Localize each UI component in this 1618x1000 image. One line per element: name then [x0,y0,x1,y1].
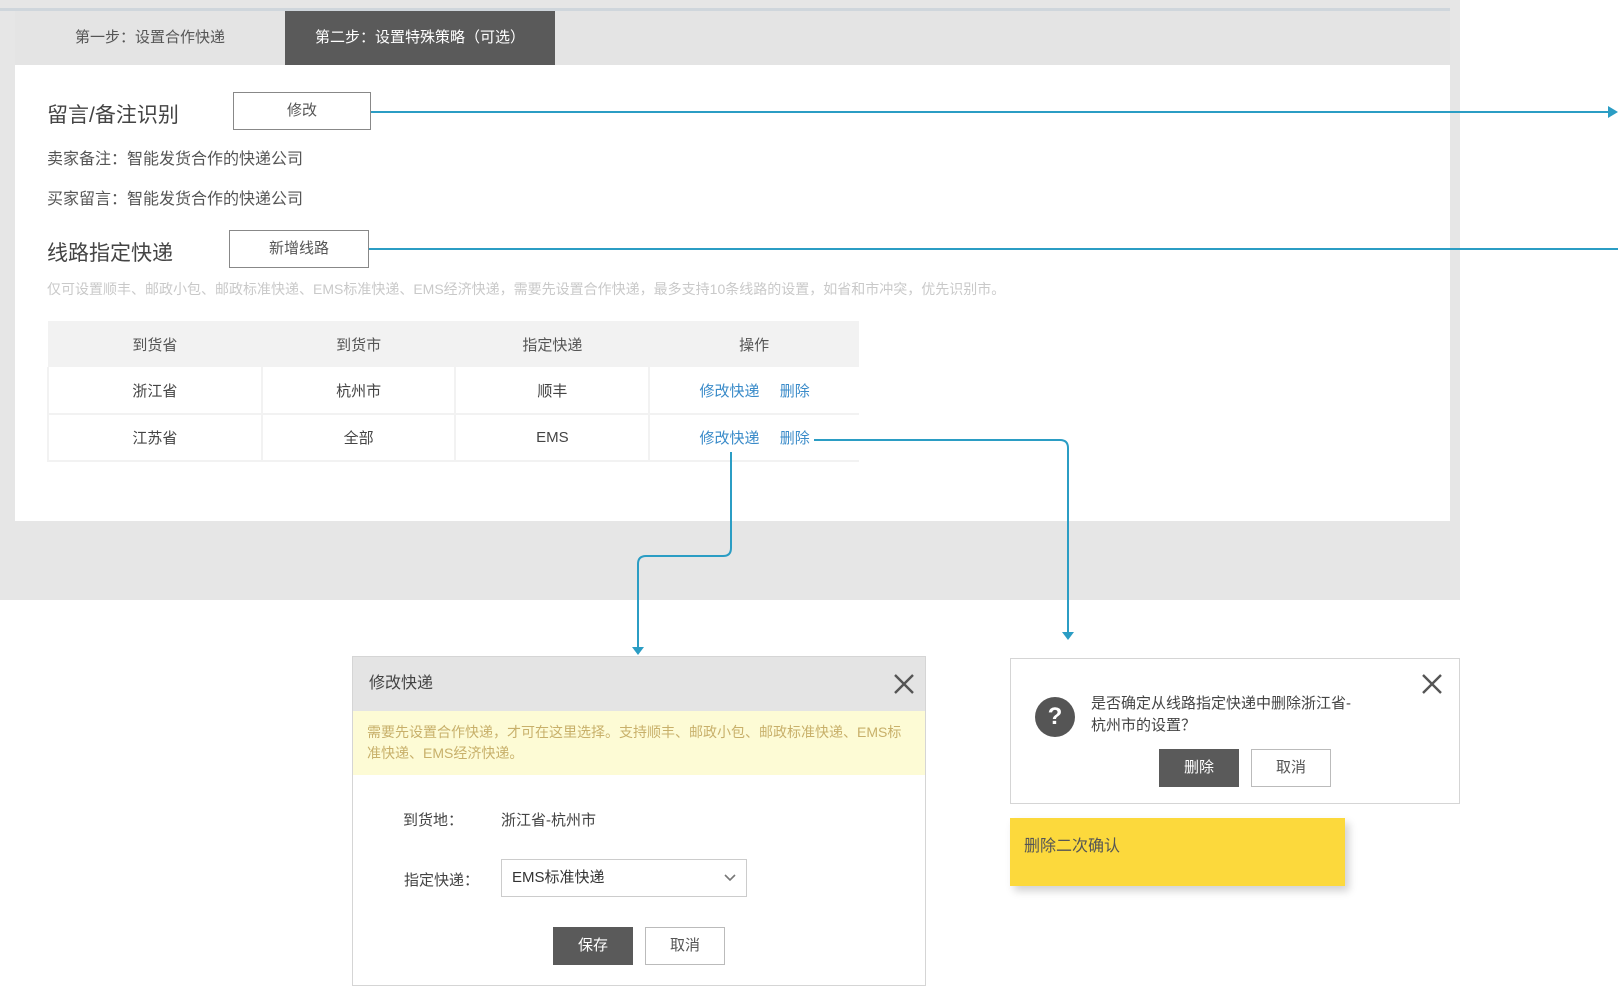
table-row: 浙江省 杭州市 顺丰 修改快递 删除 [47,367,859,415]
arrow-head-down [1062,632,1074,640]
table-row: 江苏省 全部 EMS 修改快递 删除 [47,414,859,462]
step-tabs: 第一步：设置合作快递 第二步：设置特殊策略（可选） [15,11,1450,65]
route-section-title: 线路指定快递 [47,242,173,265]
header-carrier: 指定快递 [455,321,650,367]
delete-route-link[interactable]: 删除 [780,383,810,400]
message-section-title: 留言/备注识别 [47,104,179,127]
arrow-head-right [1608,106,1618,118]
cell-carrier: EMS [455,414,651,462]
cell-province: 江苏省 [47,414,263,462]
question-icon: ? [1035,697,1075,737]
route-hint-text: 仅可设置顺丰、邮政小包、邮政标准快递、EMS标准快递、EMS经济快递，需要先设置… [47,281,1006,297]
close-icon[interactable] [891,671,917,697]
confirm-message: 是否确定从线路指定快递中删除浙江省-杭州市的设置？ [1091,695,1351,734]
cell-city: 全部 [261,414,457,462]
carrier-select[interactable]: EMS标准快递 [501,859,747,897]
header-actions: 操作 [649,321,859,367]
delete-route-link[interactable]: 删除 [780,430,810,447]
carrier-select-value: EMS标准快递 [512,869,605,886]
header-province: 到货省 [48,321,262,367]
save-button[interactable]: 保存 [553,927,633,965]
cancel-button[interactable]: 取消 [645,927,725,965]
edit-carrier-link[interactable]: 修改快递 [700,383,760,400]
cell-actions: 修改快递 删除 [649,414,859,462]
add-route-button[interactable]: 新增线路 [229,230,369,268]
dialog-title: 修改快递 [369,675,434,692]
cell-city: 杭州市 [261,367,457,415]
cell-actions: 修改快递 删除 [649,367,859,415]
strategy-panel: 第一步：设置合作快递 第二步：设置特殊策略（可选） 留言/备注识别 修改 卖家备… [15,11,1450,521]
destination-label: 到货地： [402,812,463,829]
chevron-down-icon [724,874,736,882]
annotation-sticky-note: 删除二次确认 [1010,818,1345,886]
edit-carrier-link[interactable]: 修改快递 [700,430,760,447]
cell-carrier: 顺丰 [455,367,651,415]
header-city: 到货市 [261,321,456,367]
dialog-header: 修改快递 [353,657,925,711]
tab-step-one[interactable]: 第一步：设置合作快递 [15,11,285,65]
seller-note-text: 卖家备注：智能发货合作的快递公司 [47,151,304,168]
table-header-row: 到货省 到货市 指定快递 操作 [48,321,859,367]
delete-confirm-dialog: ? 是否确定从线路指定快递中删除浙江省-杭州市的设置？ 删除 取消 [1010,658,1460,804]
cell-province: 浙江省 [47,367,263,415]
carrier-label: 指定快递： [403,872,479,889]
edit-message-button[interactable]: 修改 [233,92,371,130]
route-table: 到货省 到货市 指定快递 操作 浙江省 杭州市 顺丰 修改快递 删除 江苏省 全… [47,321,859,462]
dialog-notice: 需要先设置合作快递，才可在这里选择。支持顺丰、邮政小包、邮政标准快递、EMS标准… [353,711,925,775]
tab-step-two[interactable]: 第二步：设置特殊策略（可选） [285,11,555,65]
buyer-message-text: 买家留言：智能发货合作的快递公司 [47,191,304,208]
close-icon[interactable] [1419,671,1445,697]
arrow-head-down [632,647,644,655]
confirm-delete-button[interactable]: 删除 [1159,749,1239,787]
destination-value: 浙江省-杭州市 [501,812,596,829]
cancel-button[interactable]: 取消 [1251,749,1331,787]
edit-carrier-dialog: 修改快递 需要先设置合作快递，才可在这里选择。支持顺丰、邮政小包、邮政标准快递、… [352,656,926,986]
